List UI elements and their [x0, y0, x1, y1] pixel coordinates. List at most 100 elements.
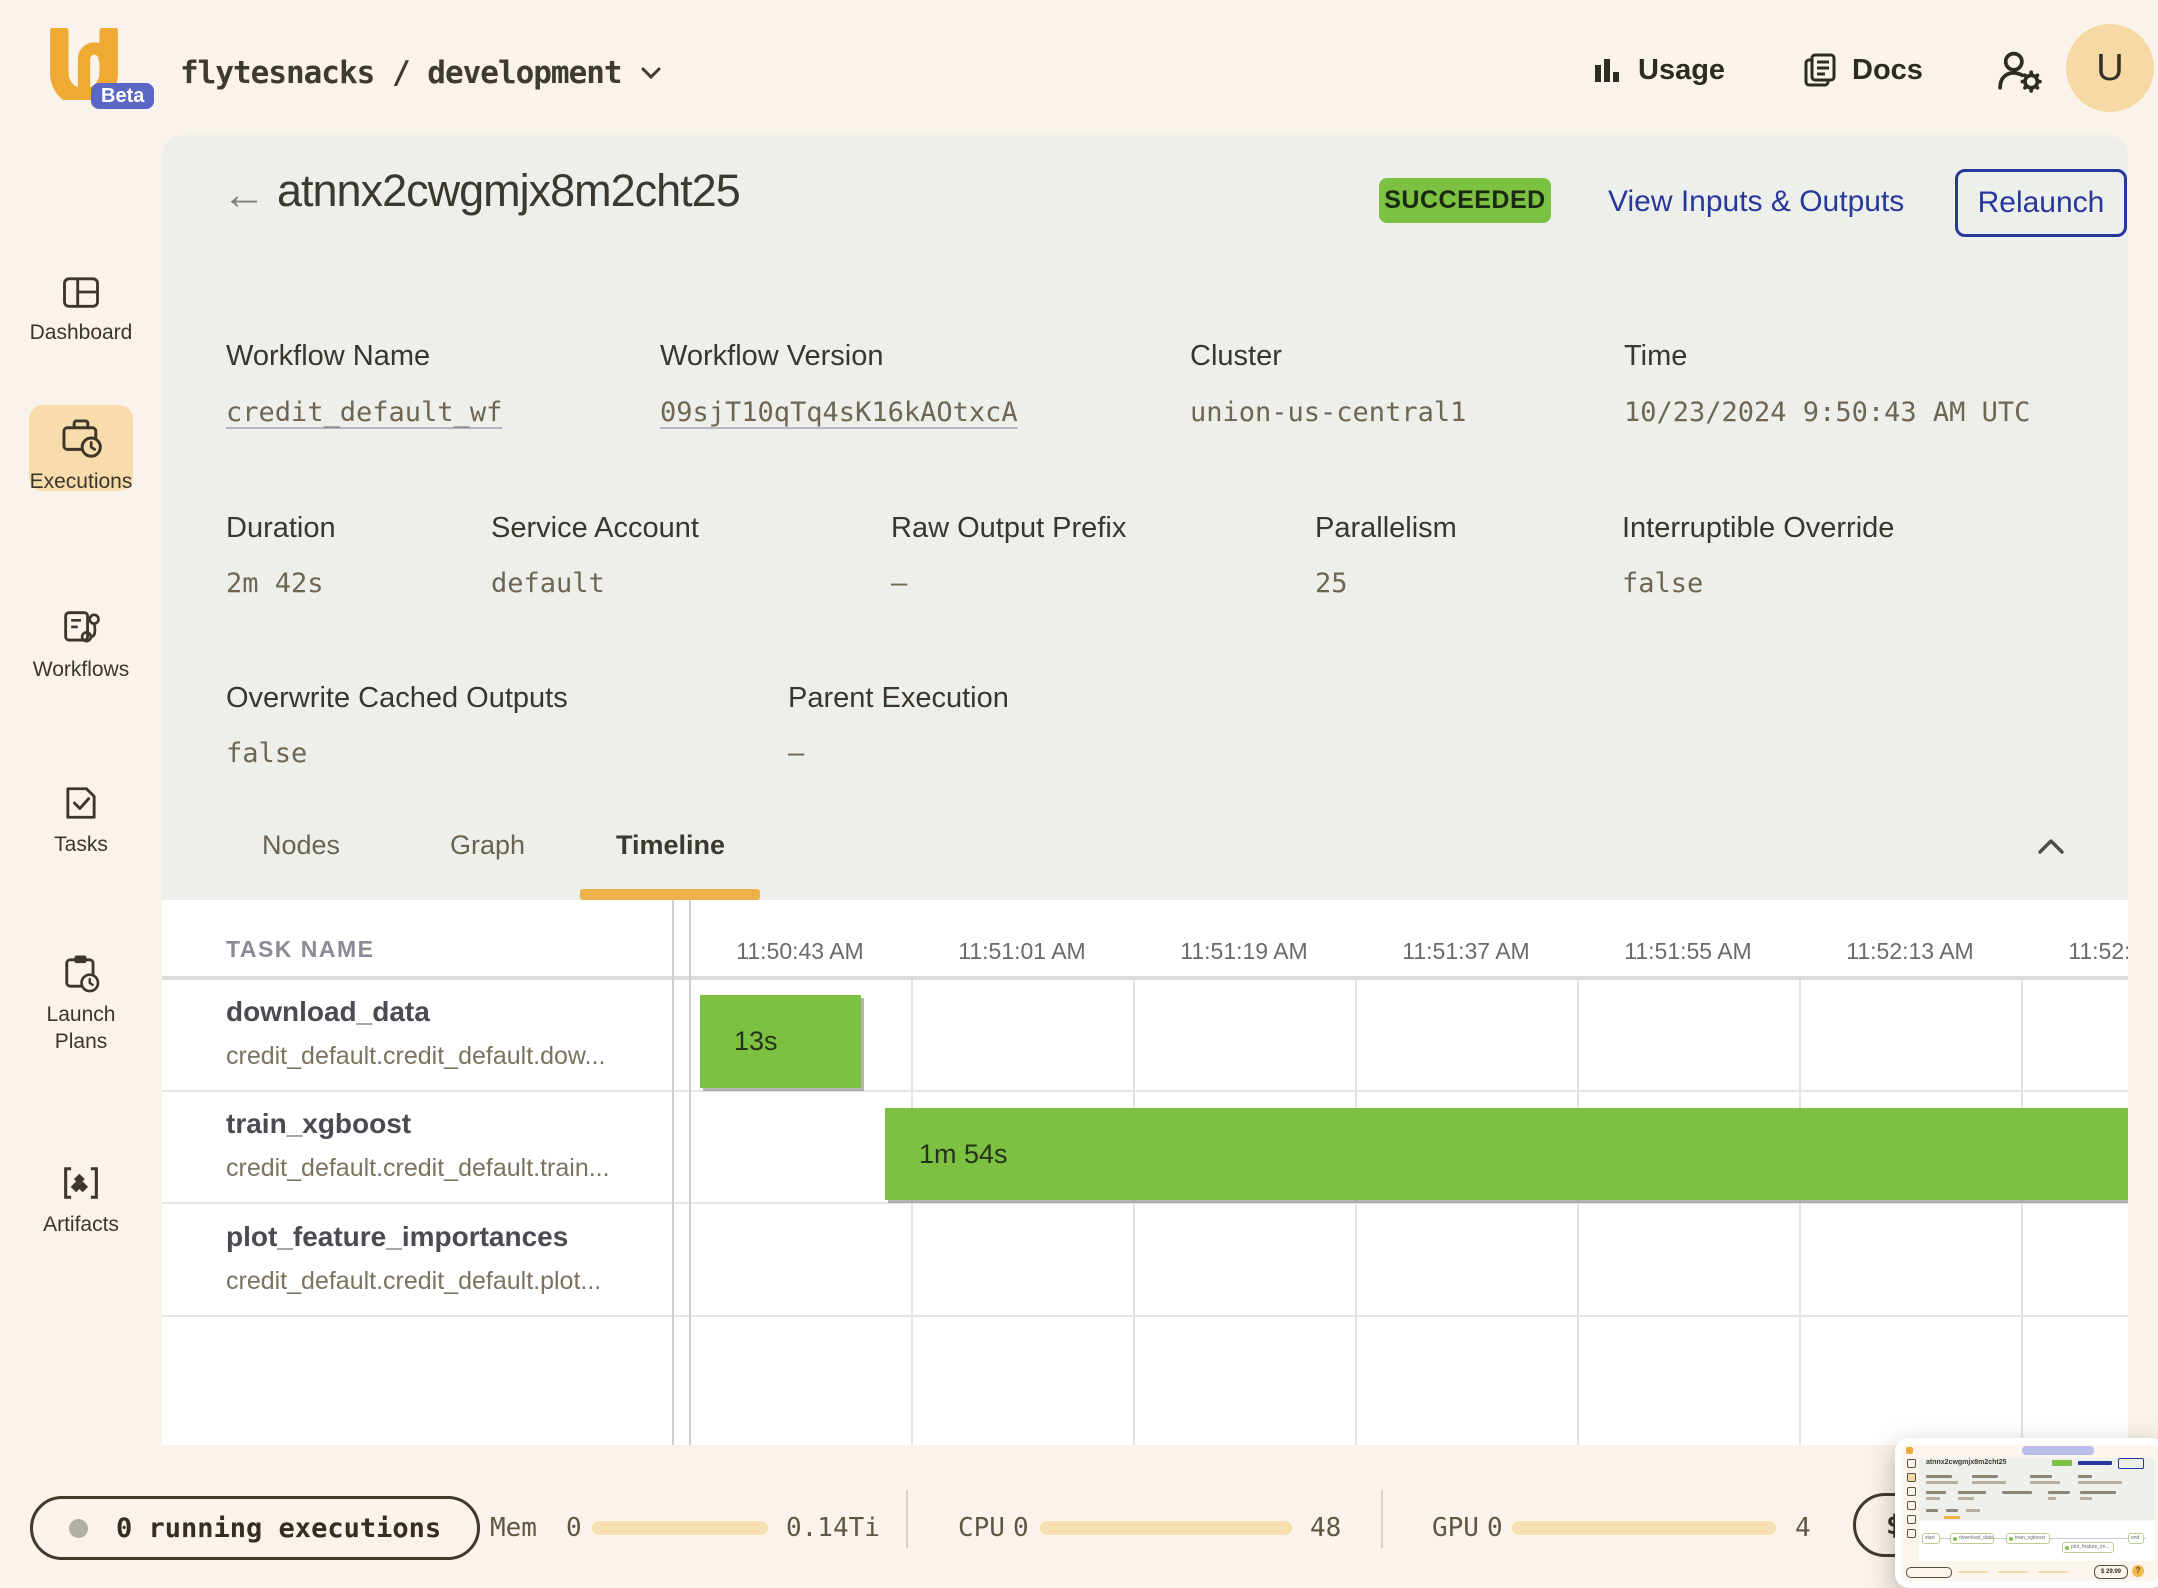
gpu-label: GPU — [1432, 1513, 1479, 1543]
timeline-gridline — [1355, 980, 1357, 1445]
sidebar-item-tasks[interactable]: Tasks — [0, 780, 162, 858]
pip-mini-tab — [1966, 1509, 1980, 1512]
time-tick-label: 11:52:13 AM — [1810, 938, 2010, 965]
sidebar-item-launch-plans[interactable]: Launch Plans — [0, 950, 162, 1055]
task-row[interactable]: plot_feature_importances credit_default.… — [226, 1221, 601, 1296]
cpu-min-value: 0 — [1013, 1513, 1029, 1543]
running-executions-label: 0 running executions — [116, 1513, 441, 1544]
pip-mini-meta-line — [1958, 1491, 1986, 1494]
relaunch-button[interactable]: Relaunch — [1955, 169, 2127, 237]
timeline-gridline — [911, 980, 913, 1445]
running-executions-pill[interactable]: 0 running executions — [30, 1496, 480, 1560]
pip-mini-meter — [1998, 1571, 2028, 1573]
pip-mini-meta-line — [2048, 1491, 2070, 1494]
task-id: credit_default.credit_default.dow... — [226, 1042, 605, 1071]
docs-nav-button[interactable]: Docs — [1800, 48, 1923, 92]
dashboard-icon — [59, 270, 103, 314]
user-settings-icon[interactable] — [1995, 48, 2045, 94]
cpu-max-value: 48 — [1310, 1513, 1341, 1543]
pip-mini-meta-line — [1926, 1475, 1952, 1478]
row-divider — [162, 1090, 2128, 1092]
tab-timeline[interactable]: Timeline — [616, 830, 725, 861]
pip-mini-meta-line — [2078, 1475, 2092, 1478]
statusbar-divider — [906, 1490, 908, 1548]
workflow-version-link[interactable]: 09sjT10qTq4sK16kAOtxcA — [660, 397, 1018, 428]
task-name-column-header: TASK NAME — [226, 936, 375, 963]
back-button[interactable]: ← — [222, 173, 266, 217]
pip-mini-node-download: download_data — [1950, 1533, 1994, 1544]
meta-label: Time — [1624, 340, 1687, 373]
sidebar-item-label: Launch Plans — [0, 1001, 162, 1055]
pip-mini-help-button: ? — [2132, 1565, 2144, 1577]
collapse-chevron-icon[interactable] — [2034, 835, 2068, 859]
pip-mini-sidebar-icon — [1907, 1501, 1916, 1510]
union-logo[interactable]: Beta — [49, 28, 159, 118]
view-inputs-outputs-link[interactable]: View Inputs & Outputs — [1608, 185, 1904, 219]
meta-label: Overwrite Cached Outputs — [226, 682, 568, 715]
gantt-bar-download-data[interactable]: 13s — [700, 995, 861, 1088]
row-divider — [162, 1315, 2128, 1317]
pip-mini-meter — [2038, 1571, 2068, 1573]
meta-value: – — [788, 738, 804, 769]
usage-nav-button[interactable]: Usage — [1590, 48, 1725, 92]
running-status-dot — [69, 1519, 88, 1538]
docs-label: Docs — [1852, 54, 1923, 87]
execution-detail-panel: ← atnnx2cwgmjx8m2cht25 SUCCEEDED View In… — [162, 135, 2128, 900]
sidebar-item-label: Tasks — [0, 831, 162, 858]
status-badge: SUCCEEDED — [1379, 178, 1551, 223]
time-tick-label: 11:51:01 AM — [922, 938, 1122, 965]
timeline-gridline — [1133, 980, 1135, 1445]
sidebar-item-dashboard[interactable]: Dashboard — [0, 270, 162, 346]
pip-node-success-dot — [2009, 1537, 2013, 1541]
pip-mini-meta-line — [2002, 1491, 2032, 1494]
meta-value: 2m 42s — [226, 568, 324, 599]
tab-graph[interactable]: Graph — [450, 830, 525, 861]
timeline-gridline — [2021, 980, 2023, 1445]
meta-label: Parent Execution — [788, 682, 1009, 715]
project-selector-label: flytesnacks / development — [180, 55, 622, 91]
meta-label: Service Account — [491, 512, 699, 545]
meta-value: 25 — [1315, 568, 1348, 599]
pip-node-label: plot_feature_im... — [2071, 1542, 2110, 1553]
sidebar-item-label: Artifacts — [0, 1211, 162, 1238]
pip-mini-sidebar-icon — [1907, 1487, 1916, 1496]
column-splitter[interactable] — [672, 900, 674, 1445]
statusbar-divider — [1381, 1490, 1383, 1548]
gantt-bar-train-xgboost[interactable]: 1m 54s — [885, 1108, 2128, 1200]
project-selector[interactable]: flytesnacks / development — [180, 55, 662, 91]
workflow-name-link[interactable]: credit_default_wf — [226, 397, 502, 428]
tab-nodes[interactable]: Nodes — [262, 830, 340, 861]
sidebar-item-label: Workflows — [0, 656, 162, 683]
pip-preview-window[interactable]: atnnx2cwgmjx8m2cht25 start download_data… — [1895, 1438, 2158, 1588]
cpu-usage-track — [1040, 1521, 1292, 1535]
chevron-down-icon — [640, 66, 662, 80]
tasks-icon — [58, 780, 104, 826]
pip-mini-sidebar-icon — [1907, 1473, 1916, 1482]
pip-price-label: $ 29.99 — [2101, 1569, 2121, 1575]
gpu-min-value: 0 — [1487, 1513, 1503, 1543]
task-row[interactable]: download_data credit_default.credit_defa… — [226, 996, 605, 1071]
sidebar-item-label: Dashboard — [0, 319, 162, 346]
pip-mini-cost-pill: $ 29.99 — [2094, 1565, 2128, 1579]
time-tick-label: 11:52:31 AM — [2032, 938, 2128, 965]
timeline-gridline — [1799, 980, 1801, 1445]
pip-mini-tab — [1946, 1509, 1958, 1512]
sidebar: Dashboard Executions Workflows Tasks — [0, 135, 162, 1445]
meta-label: Interruptible Override — [1622, 512, 1894, 545]
task-row[interactable]: train_xgboost credit_default.credit_defa… — [226, 1108, 610, 1183]
artifacts-icon — [58, 1160, 104, 1206]
meta-value: false — [226, 738, 307, 769]
active-tab-underline — [580, 889, 760, 900]
meta-value: – — [891, 568, 907, 599]
pip-mini-status-badge — [2052, 1460, 2072, 1466]
sidebar-item-executions[interactable]: Executions — [0, 413, 162, 495]
sidebar-item-artifacts[interactable]: Artifacts — [0, 1160, 162, 1238]
pip-mini-meta-line — [1972, 1475, 1998, 1478]
pip-mini-meta-line — [2078, 1481, 2122, 1484]
sidebar-item-workflows[interactable]: Workflows — [0, 605, 162, 683]
sidebar-item-label-line2: Plans — [0, 1028, 162, 1055]
timeline-header-divider — [162, 976, 2128, 980]
pip-mini-link-bar — [2078, 1461, 2112, 1465]
avatar[interactable]: U — [2066, 24, 2154, 112]
pip-node-label: end — [2131, 1533, 2139, 1544]
